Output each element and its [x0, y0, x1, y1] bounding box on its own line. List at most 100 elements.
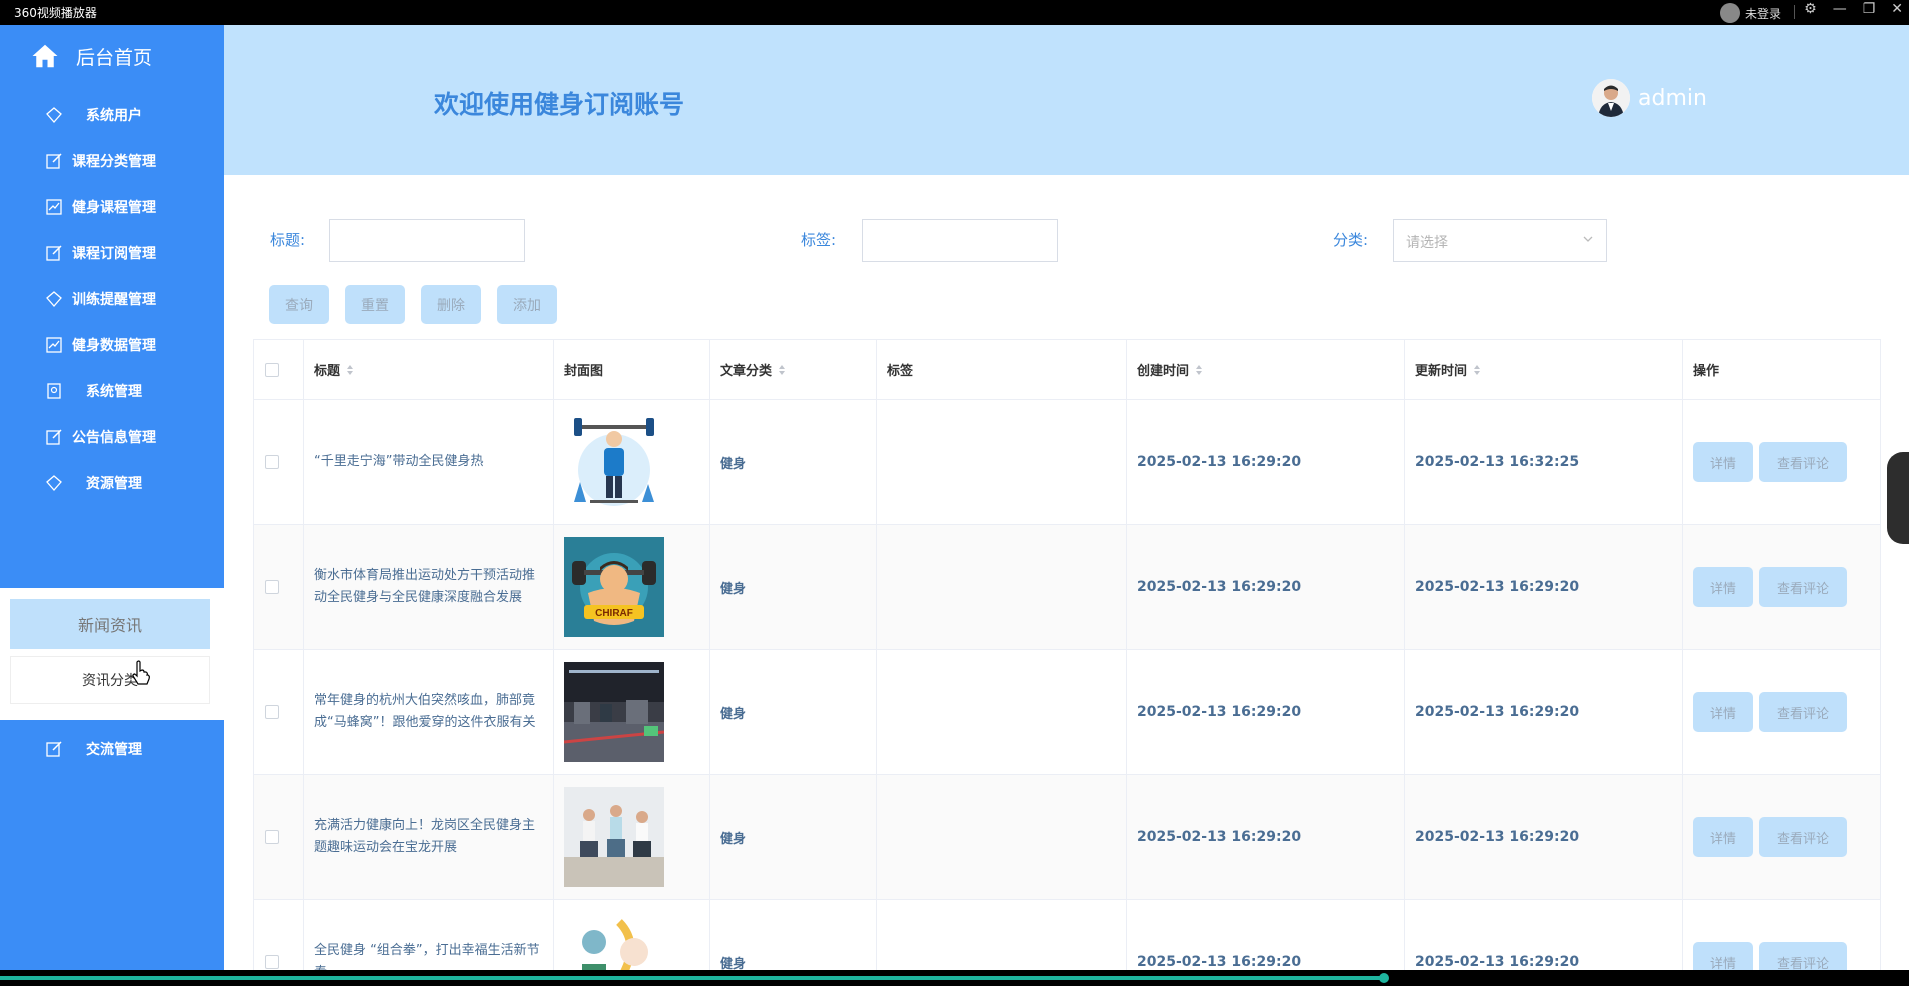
view-comments-button[interactable]: 查看评论 [1759, 942, 1847, 970]
close-icon[interactable]: ✕ [1891, 1, 1903, 17]
detail-button[interactable]: 详情 [1693, 942, 1753, 970]
sidebar-item-resources[interactable]: 资源管理 [0, 463, 224, 503]
column-category[interactable]: 文章分类 [710, 340, 877, 399]
row-checkbox[interactable] [265, 705, 279, 719]
view-comments-button[interactable]: 查看评论 [1759, 692, 1847, 732]
sidebar-item-communication[interactable]: 交流管理 [0, 729, 224, 769]
detail-button[interactable]: 详情 [1693, 692, 1753, 732]
login-status[interactable]: 未登录 [1719, 3, 1781, 23]
minimize-icon[interactable]: — [1833, 1, 1847, 17]
sidebar-item-fitness-data[interactable]: 健身数据管理 [0, 325, 224, 365]
row-checkbox[interactable] [265, 955, 279, 969]
table-row: 常年健身的杭州大伯突然咳血，肺部竟成“马蜂窝”！跟他爱穿的这件衣服有关 健身 2… [254, 650, 1880, 775]
edit-icon [46, 245, 62, 261]
cover-image: CHIRAF [564, 537, 664, 637]
submenu-item-news[interactable]: 新闻资讯 [10, 599, 210, 649]
row-checkbox[interactable] [265, 580, 279, 594]
edit-icon [46, 741, 62, 757]
column-actions: 操作 [1683, 340, 1880, 399]
view-comments-button[interactable]: 查看评论 [1759, 442, 1847, 482]
sidebar-home[interactable]: 后台首页 [30, 41, 152, 71]
row-select-cell [254, 775, 304, 899]
sidebar-item-fitness-course[interactable]: 健身课程管理 [0, 187, 224, 227]
title-filter-input[interactable] [329, 219, 525, 262]
page-title: 欢迎使用健身订阅账号 [434, 90, 685, 119]
player-progress[interactable] [0, 970, 1909, 986]
row-checkbox[interactable] [265, 455, 279, 469]
row-title: 全民健身 “组合拳”，打出幸福生活新节奏 [314, 943, 540, 970]
sidebar-item-system-management[interactable]: 系统管理 [0, 371, 224, 411]
table-row: 全民健身 “组合拳”，打出幸福生活新节奏 健身 2025-02-13 16:29… [254, 900, 1880, 970]
detail-button[interactable]: 详情 [1693, 817, 1753, 857]
badge-icon [47, 383, 61, 399]
cover-image [564, 412, 664, 512]
reset-button[interactable]: 重置 [345, 285, 405, 324]
column-tag-label: 标签 [887, 364, 914, 379]
column-created[interactable]: 创建时间 [1127, 340, 1405, 399]
sidebar-item-label: 课程分类管理 [72, 154, 156, 170]
column-actions-label: 操作 [1693, 364, 1720, 379]
column-title[interactable]: 标题 [304, 340, 554, 399]
column-created-label: 创建时间 [1137, 364, 1190, 379]
category-select[interactable]: 请选择 [1393, 219, 1607, 262]
actions-cell: 详情 查看评论 [1683, 525, 1880, 649]
column-cover: 封面图 [554, 340, 710, 399]
row-category: 健身 [720, 831, 747, 847]
view-comments-button[interactable]: 查看评论 [1759, 567, 1847, 607]
user-menu[interactable]: admin [1592, 79, 1707, 117]
sidebar-item-label: 系统管理 [86, 384, 142, 400]
app-title: 360视频播放器 [14, 6, 97, 20]
created-cell: 2025-02-13 16:29:20 [1127, 650, 1405, 774]
sidebar-item-label: 课程订阅管理 [72, 246, 156, 262]
submenu-item-news-category[interactable]: 资讯分类 [10, 656, 210, 704]
column-tag: 标签 [877, 340, 1127, 399]
detail-button[interactable]: 详情 [1693, 442, 1753, 482]
sidebar-item-system-users[interactable]: 系统用户 [0, 95, 224, 135]
sidebar: 后台首页 系统用户 课程分类管理 健身课程管理 课程订阅管理 训练提醒管理 健身… [0, 25, 224, 970]
tag-filter-input[interactable] [862, 219, 1058, 262]
query-button[interactable]: 查询 [269, 285, 329, 324]
updated-cell: 2025-02-13 16:29:20 [1405, 775, 1683, 899]
progress-handle[interactable] [1379, 973, 1390, 983]
column-updated[interactable]: 更新时间 [1405, 340, 1683, 399]
sidebar-item-course-subscription[interactable]: 课程订阅管理 [0, 233, 224, 273]
sidebar-item-training-reminder[interactable]: 训练提醒管理 [0, 279, 224, 319]
table-row: 充满活力健康向上！龙岗区全民健身主题趣味运动会在宝龙开展 健身 2025-02-… [254, 775, 1880, 900]
tag-filter-label: 标签: [801, 231, 837, 249]
column-updated-label: 更新时间 [1415, 364, 1468, 379]
delete-button[interactable]: 删除 [421, 285, 481, 324]
category-select-placeholder: 请选择 [1406, 235, 1448, 251]
select-all-checkbox[interactable] [265, 362, 279, 377]
news-table: 标题 封面图 文章分类 标签 创建时间 更新时间 操作 “千里走宁海”带动全民健… [253, 339, 1881, 971]
row-category: 健身 [720, 706, 747, 722]
category-cell: 健身 [710, 900, 877, 970]
sidebar-item-label: 交流管理 [86, 742, 142, 758]
sidebar-item-announcement[interactable]: 公告信息管理 [0, 417, 224, 457]
view-comments-button[interactable]: 查看评论 [1759, 817, 1847, 857]
resources-submenu: 新闻资讯 资讯分类 [0, 588, 224, 720]
row-checkbox[interactable] [265, 830, 279, 844]
settings-icon[interactable]: ⚙ [1804, 1, 1817, 17]
sort-icon [779, 364, 786, 375]
add-button[interactable]: 添加 [497, 285, 557, 324]
tag-cell [877, 900, 1127, 970]
tag-cell [877, 525, 1127, 649]
login-label: 未登录 [1744, 6, 1781, 21]
tag-cell [877, 400, 1127, 524]
row-updated: 2025-02-13 16:32:25 [1415, 454, 1580, 470]
row-updated: 2025-02-13 16:29:20 [1415, 954, 1580, 970]
floating-side-tab[interactable] [1887, 452, 1909, 544]
username: admin [1638, 85, 1707, 111]
row-select-cell [254, 900, 304, 970]
sidebar-item-course-category[interactable]: 课程分类管理 [0, 141, 224, 181]
cover-image [564, 787, 664, 887]
restore-icon[interactable]: ❐ [1863, 1, 1876, 17]
column-category-label: 文章分类 [720, 364, 773, 379]
home-icon [32, 44, 58, 68]
detail-button[interactable]: 详情 [1693, 567, 1753, 607]
sidebar-home-label: 后台首页 [76, 46, 153, 69]
actions-cell: 详情 查看评论 [1683, 650, 1880, 774]
updated-cell: 2025-02-13 16:29:20 [1405, 900, 1683, 970]
sort-icon [1196, 364, 1203, 375]
sidebar-item-label: 健身数据管理 [72, 338, 156, 354]
